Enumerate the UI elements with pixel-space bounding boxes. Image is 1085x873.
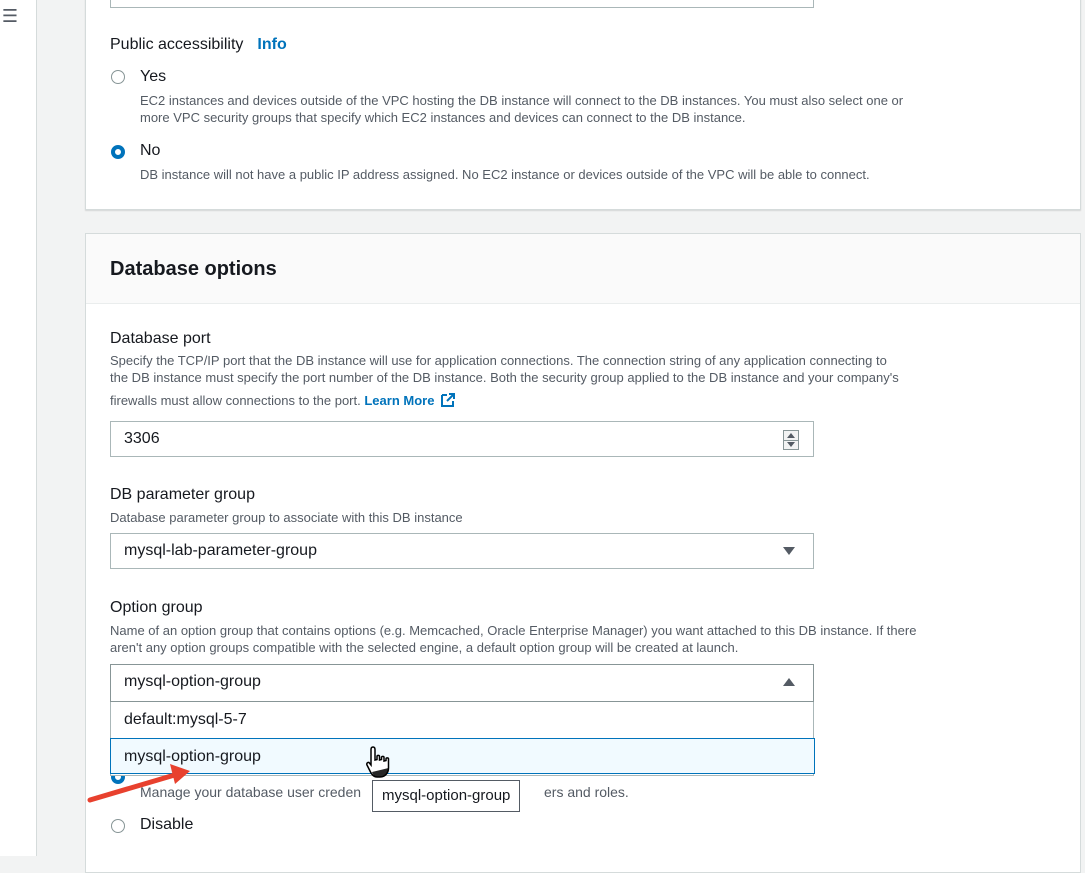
annotation-arrow-icon [87, 764, 190, 803]
option-tooltip: mysql-option-group [372, 780, 521, 812]
hand-cursor-icon [366, 746, 390, 778]
